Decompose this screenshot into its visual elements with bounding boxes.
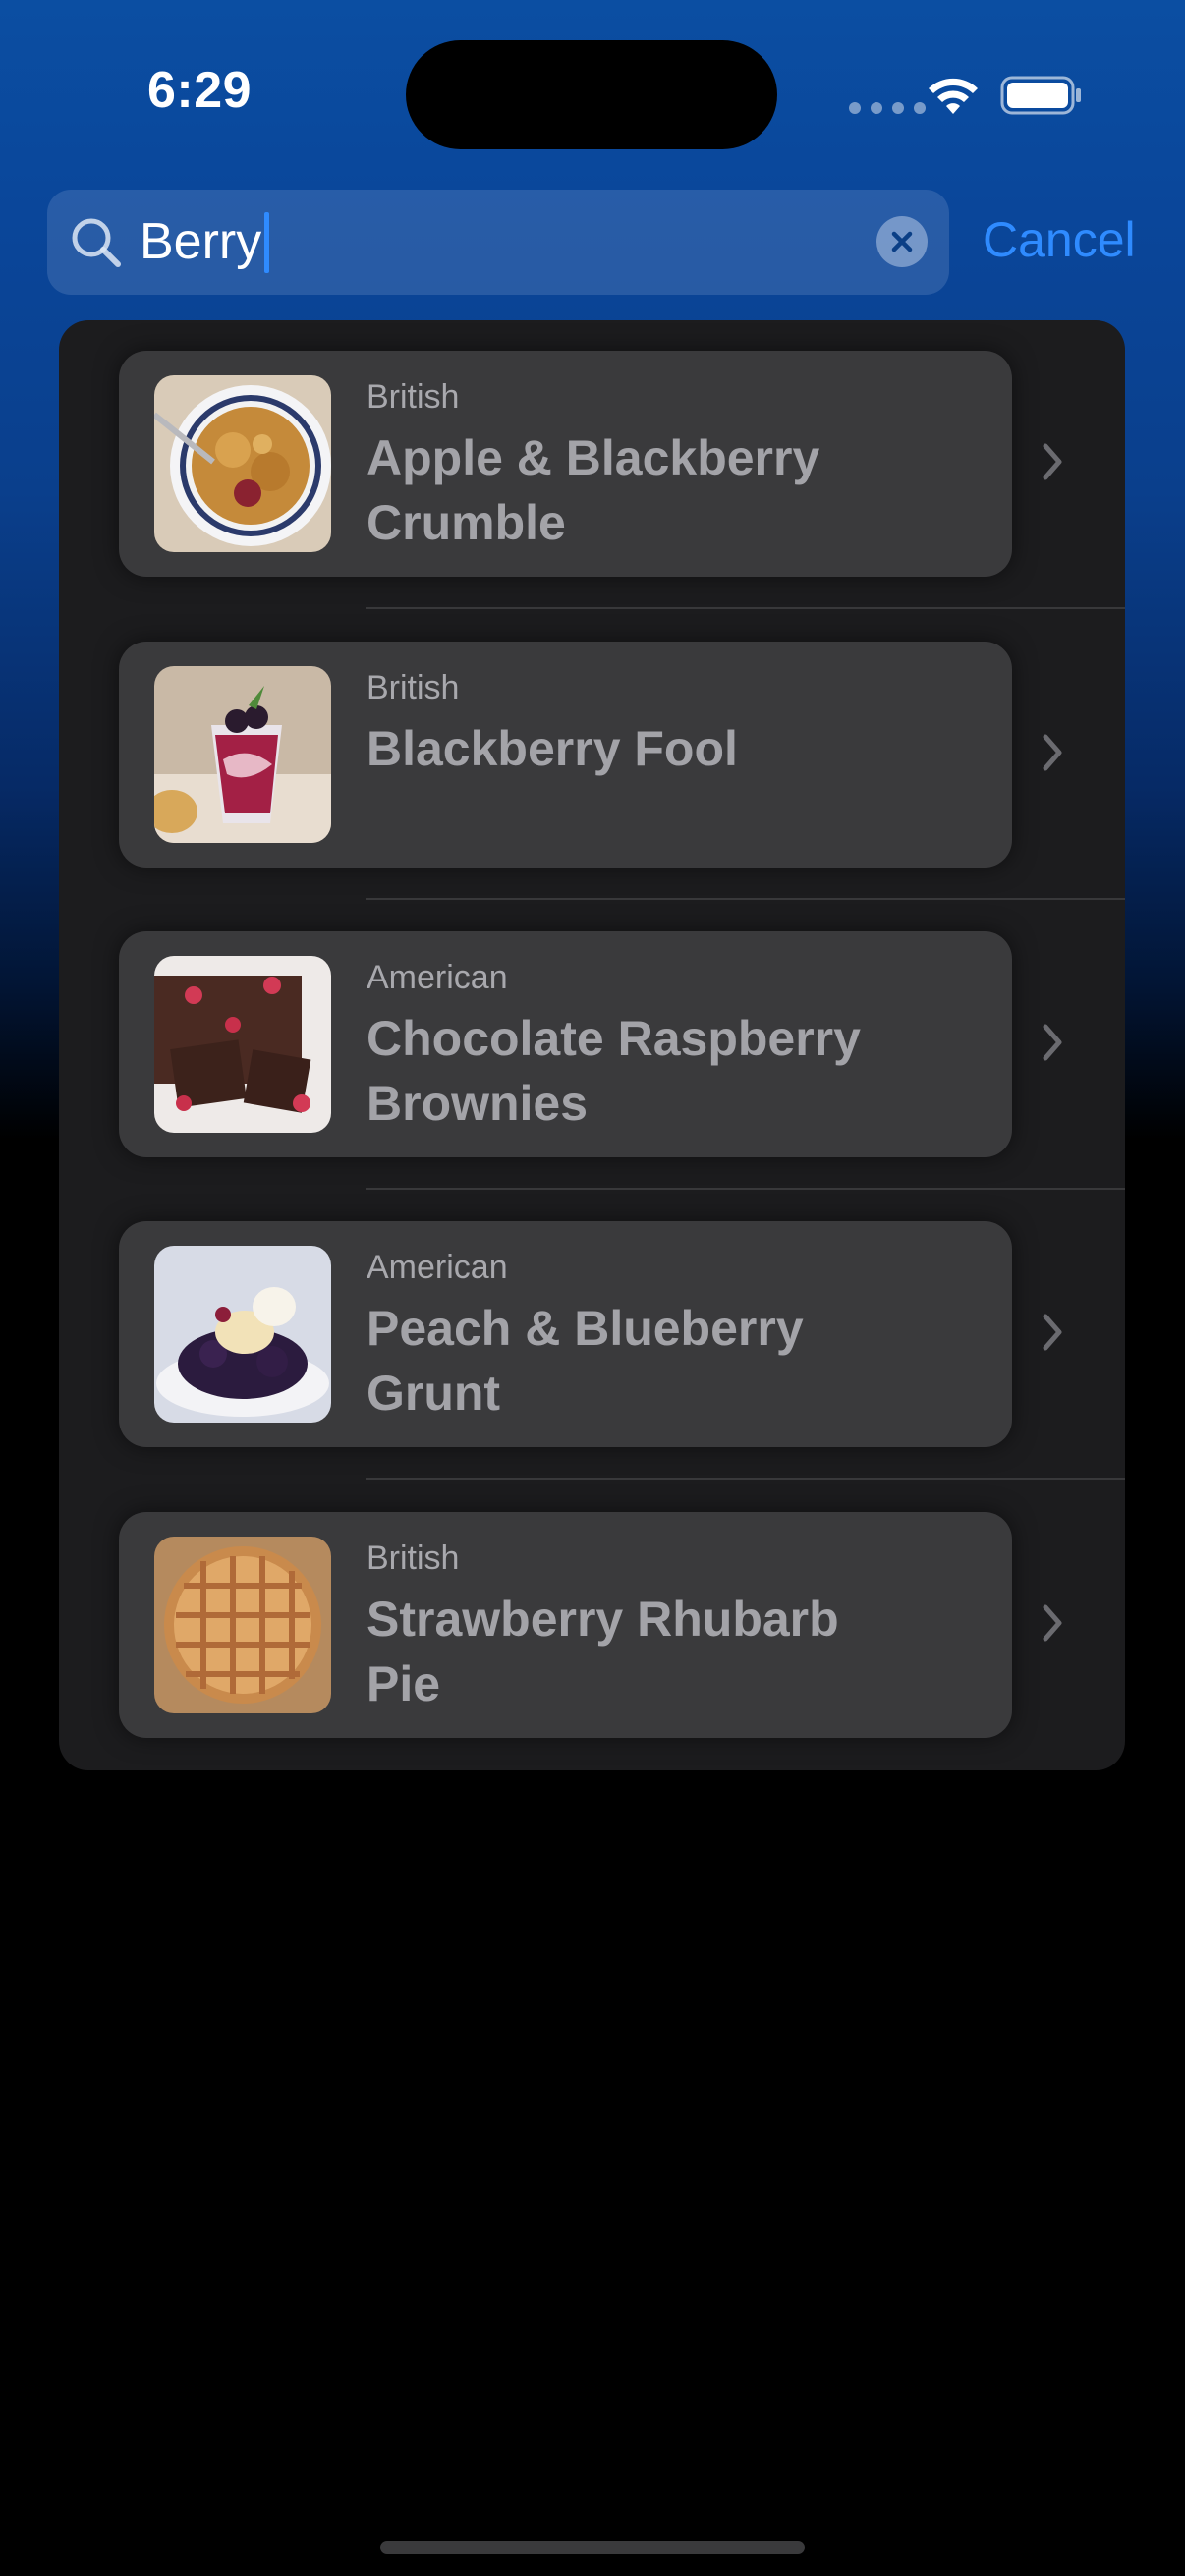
recipe-card[interactable]: British Blackberry Fool	[119, 642, 1012, 868]
recipe-thumbnail	[154, 956, 331, 1133]
brownies-image	[154, 956, 331, 1133]
fool-image	[154, 666, 331, 843]
search-query-text: Berry	[140, 213, 262, 270]
recipe-row[interactable]: British Strawberry Rhubarb Pie	[59, 1482, 1125, 1770]
dynamic-island	[406, 40, 777, 149]
recipe-thumbnail	[154, 1537, 331, 1713]
recipe-row[interactable]: American Peach & Blueberry Grunt	[59, 1191, 1125, 1480]
recipe-cuisine: American	[367, 1249, 508, 1286]
clear-icon	[891, 231, 913, 252]
chevron-right-icon	[1043, 443, 1062, 480]
chevron-right-icon	[1043, 1604, 1062, 1642]
recipe-row[interactable]: British Apple & Blackberry Crumble	[59, 320, 1125, 609]
recipe-title: Chocolate Raspberry Brownies	[367, 1011, 861, 1131]
recipe-row[interactable]: British Blackberry Fool	[59, 611, 1125, 900]
recipe-title: Peach & Blueberry Grunt	[367, 1301, 804, 1421]
battery-icon	[1000, 76, 1081, 115]
row-separator	[366, 898, 1125, 900]
recipe-cuisine: British	[367, 1540, 460, 1577]
recipe-cuisine: American	[367, 959, 508, 996]
chevron-right-icon	[1043, 1024, 1062, 1061]
crumble-image	[154, 375, 331, 552]
pie-image	[154, 1537, 331, 1713]
row-separator	[366, 1478, 1125, 1480]
recipe-thumbnail	[154, 1246, 331, 1423]
recipe-card[interactable]: British Apple & Blackberry Crumble	[119, 351, 1012, 577]
recipe-card[interactable]: British Strawberry Rhubarb Pie	[119, 1512, 1012, 1738]
grunt-image	[154, 1246, 331, 1423]
search-input[interactable]: Berry	[140, 190, 270, 295]
chevron-right-icon	[1043, 1314, 1062, 1351]
recipe-thumbnail	[154, 666, 331, 843]
search-icon	[72, 218, 121, 267]
status-time: 6:29	[147, 62, 253, 119]
recipe-thumbnail	[154, 375, 331, 552]
recipe-card[interactable]: American Chocolate Raspberry Brownies	[119, 931, 1012, 1157]
row-separator	[366, 1188, 1125, 1190]
search-results-list: British Apple & Blackberry Crumble Briti…	[59, 320, 1125, 1770]
recipe-title: Blackberry Fool	[367, 721, 738, 776]
recipe-title: Apple & Blackberry Crumble	[367, 430, 820, 550]
recipe-cuisine: British	[367, 669, 460, 706]
search-field[interactable]: Berry	[47, 190, 949, 295]
home-indicator[interactable]	[380, 2541, 805, 2554]
cellular-signal-icon	[849, 102, 926, 114]
recipe-cuisine: British	[367, 378, 460, 416]
recipe-title: Strawberry Rhubarb Pie	[367, 1592, 839, 1711]
row-separator	[366, 607, 1125, 609]
cancel-button[interactable]: Cancel	[983, 208, 1136, 271]
recipe-card[interactable]: American Peach & Blueberry Grunt	[119, 1221, 1012, 1447]
text-cursor	[264, 211, 270, 273]
clear-search-button[interactable]	[876, 216, 928, 267]
recipe-row[interactable]: American Chocolate Raspberry Brownies	[59, 901, 1125, 1190]
chevron-right-icon	[1043, 734, 1062, 771]
wifi-icon	[929, 78, 978, 114]
